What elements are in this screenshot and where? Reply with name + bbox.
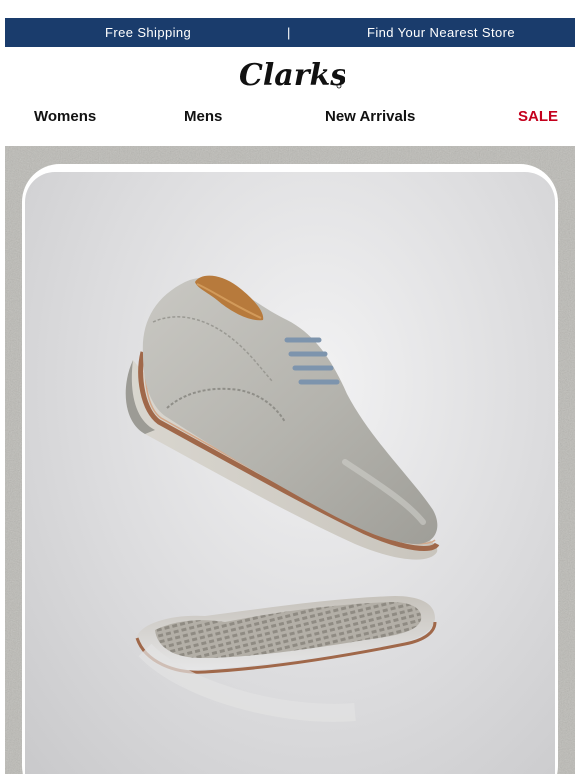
main-nav: Womens Mens New Arrivals SALE — [0, 108, 580, 130]
nav-mens[interactable]: Mens — [184, 108, 222, 125]
find-store-link[interactable]: Find Your Nearest Store — [367, 18, 515, 47]
nav-sale[interactable]: SALE — [518, 108, 558, 125]
shoe-product-image[interactable] — [25, 172, 555, 774]
promo-divider: | — [287, 25, 291, 40]
nav-new-arrivals[interactable]: New Arrivals — [325, 108, 415, 125]
brand-logo[interactable]: Clarks — [0, 58, 580, 92]
shoe-body — [125, 275, 440, 560]
promo-bar: Free Shipping | Find Your Nearest Store — [5, 18, 575, 47]
sole-reflection — [135, 596, 437, 722]
clarks-logo-icon: Clarks — [239, 58, 345, 92]
nav-womens[interactable]: Womens — [34, 108, 96, 125]
free-shipping-link[interactable]: Free Shipping — [105, 18, 191, 47]
brand-wordmark: Clarks — [239, 58, 345, 92]
shoe-icon — [125, 275, 440, 722]
